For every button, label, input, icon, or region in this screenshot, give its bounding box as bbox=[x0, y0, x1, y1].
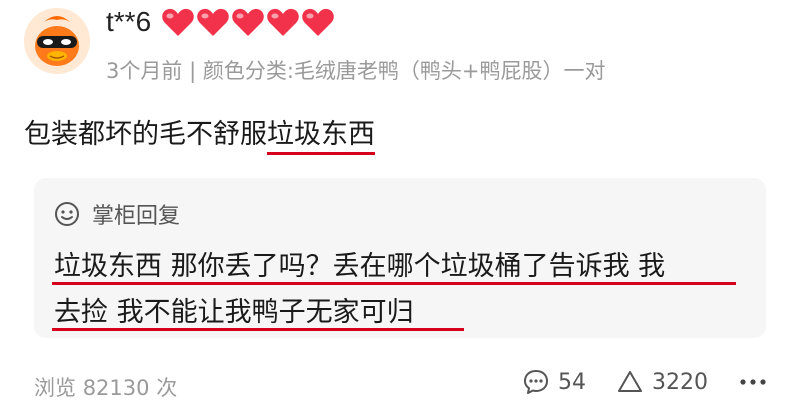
review-text: 包装都坏的毛不舒服垃圾东西 bbox=[24, 112, 375, 155]
like-count: 3220 bbox=[652, 369, 708, 395]
comment-icon bbox=[524, 370, 548, 394]
views-label: 浏览 bbox=[34, 376, 76, 400]
heart-icon bbox=[301, 7, 335, 37]
variant-info: 颜色分类:毛绒唐老鸭（鸭头+鸭屁股）一对 bbox=[202, 59, 606, 83]
avatar[interactable] bbox=[24, 8, 90, 74]
reply-label: 掌柜回复 bbox=[92, 204, 181, 229]
meta-separator: | bbox=[189, 59, 197, 83]
highlight-underline bbox=[52, 328, 464, 331]
smiley-face-icon bbox=[55, 202, 79, 226]
review-meta: 3个月前 | 颜色分类:毛绒唐老鸭（鸭头+鸭屁股）一对 bbox=[106, 55, 606, 85]
action-bar: 54 3220 bbox=[492, 368, 776, 396]
reply-header: 掌柜回复 bbox=[54, 198, 180, 230]
user-header: t**6 bbox=[106, 2, 335, 42]
like-button[interactable]: 3220 bbox=[616, 368, 708, 396]
view-count: 浏览 82130 次 bbox=[34, 372, 177, 402]
comment-button[interactable]: 54 bbox=[522, 368, 586, 396]
heart-icon bbox=[266, 7, 300, 37]
more-horizontal-icon bbox=[740, 379, 766, 385]
triangle-like-icon bbox=[618, 371, 642, 392]
review-text-highlighted: 垃圾东西 bbox=[267, 119, 375, 155]
heart-icon bbox=[231, 7, 265, 37]
reply-text-line-1: 垃圾东西 那你丢了吗？丢在哪个垃圾桶了告诉我 我 bbox=[54, 251, 666, 282]
more-button[interactable] bbox=[738, 368, 776, 396]
comment-count: 54 bbox=[558, 369, 586, 395]
username[interactable]: t**6 bbox=[106, 6, 151, 38]
reply-text-line-2: 去捡 我不能让我鸭子无家可归 bbox=[54, 297, 414, 328]
views-count: 82130 bbox=[82, 376, 150, 400]
views-unit: 次 bbox=[156, 376, 178, 400]
heart-icon bbox=[196, 7, 230, 37]
seller-reply-box: 掌柜回复 垃圾东西 那你丢了吗？丢在哪个垃圾桶了告诉我 我 去捡 我不能让我鸭子… bbox=[34, 178, 766, 338]
highlight-underline bbox=[52, 282, 736, 285]
review-time: 3个月前 bbox=[106, 59, 183, 83]
reputation-hearts bbox=[161, 7, 335, 37]
orange-masked-duck-avatar-icon bbox=[24, 8, 90, 74]
heart-icon bbox=[161, 7, 195, 37]
review-text-main: 包装都坏的毛不舒服 bbox=[24, 119, 267, 150]
